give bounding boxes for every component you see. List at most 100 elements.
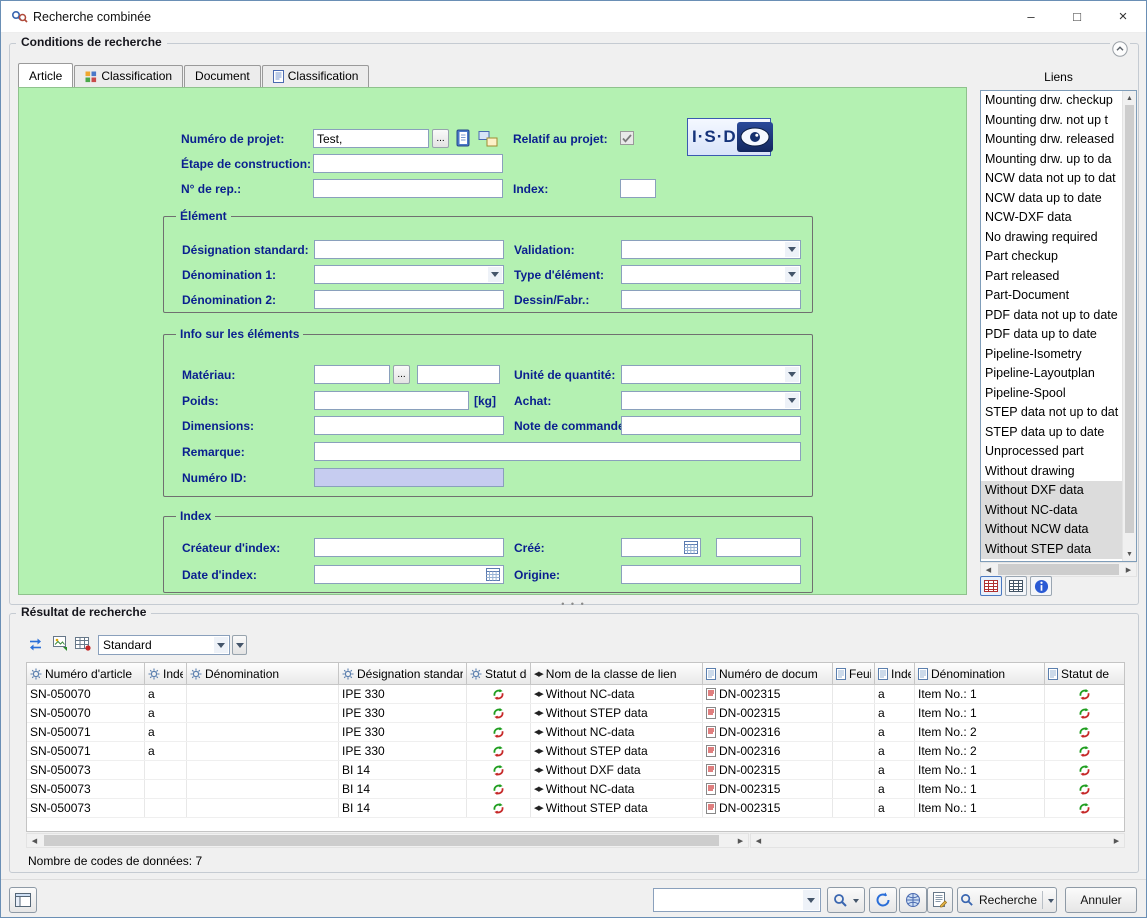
order-note-input[interactable] [621, 416, 801, 435]
column-header[interactable]: Index [145, 663, 187, 684]
lien-item[interactable]: Without drawing [981, 462, 1122, 482]
lien-item[interactable]: Without STEP data [981, 540, 1122, 560]
cancel-button[interactable]: Annuler [1065, 887, 1137, 913]
liens-horizontal-scrollbar[interactable]: ◀ ▶ [980, 562, 1137, 577]
project-book-icon[interactable] [456, 129, 471, 147]
denomination2-input[interactable] [314, 290, 504, 309]
export-table-icon[interactable] [74, 636, 92, 652]
settings-globe-button[interactable] [899, 887, 927, 913]
calendar-icon[interactable] [486, 568, 500, 581]
scroll-right-icon[interactable]: ▶ [1121, 563, 1136, 576]
result-row[interactable]: SN-050073BI 14◀▶Without NC-dataDN-002315… [27, 780, 1124, 799]
scrollbar-thumb[interactable] [1125, 105, 1134, 533]
maximize-button[interactable]: □ [1054, 1, 1100, 32]
lien-item[interactable]: Part released [981, 267, 1122, 287]
dimensions-input[interactable] [314, 416, 504, 435]
column-header[interactable]: Index [875, 663, 915, 684]
lien-item[interactable]: STEP data not up to dat [981, 403, 1122, 423]
lien-item[interactable]: Unprocessed part [981, 442, 1122, 462]
scroll-left-icon[interactable]: ◀ [981, 563, 996, 576]
template-dropdown-button[interactable] [232, 635, 247, 655]
splitter-handle[interactable]: • • • [1, 599, 1146, 609]
scrollbar-track[interactable] [996, 563, 1121, 576]
lien-item[interactable]: No drawing required [981, 228, 1122, 248]
tab-document[interactable]: Document [184, 65, 261, 87]
dessin-fabr-input[interactable] [621, 290, 801, 309]
project-browse-button[interactable]: ... [432, 129, 449, 148]
created-time-input[interactable] [716, 538, 801, 557]
tab-classification-article[interactable]: Classification [74, 65, 183, 87]
relative-project-checkbox[interactable] [620, 131, 634, 145]
lien-item[interactable]: Part checkup [981, 247, 1122, 267]
quantity-unit-select[interactable] [621, 365, 801, 384]
close-button[interactable]: × [1100, 1, 1146, 32]
quick-search-combo[interactable] [653, 888, 821, 912]
result-row[interactable]: SN-050073BI 14◀▶Without DXF dataDN-00231… [27, 761, 1124, 780]
scrollbar-track[interactable] [766, 834, 1109, 847]
lien-item[interactable]: Without NC-data [981, 501, 1122, 521]
scroll-left-icon[interactable]: ◀ [751, 834, 766, 847]
export-image-icon[interactable] [52, 635, 71, 653]
material-input-1[interactable] [314, 365, 390, 384]
liens-view-red-grid-button[interactable] [980, 576, 1002, 596]
column-header[interactable]: Numéro de docum [703, 663, 833, 684]
refresh-button[interactable] [869, 887, 897, 913]
element-type-select[interactable] [621, 265, 801, 284]
lien-item[interactable]: Mounting drw. released [981, 130, 1122, 150]
lien-item[interactable]: Pipeline-Layoutplan [981, 364, 1122, 384]
lien-item[interactable]: PDF data not up to date [981, 306, 1122, 326]
construction-stage-input[interactable] [313, 154, 503, 173]
designation-standard-input[interactable] [314, 240, 504, 259]
search-button[interactable]: Recherche [957, 887, 1057, 913]
index-input[interactable] [620, 179, 656, 198]
result-template-combo[interactable]: Standard [98, 635, 230, 655]
lien-item[interactable]: NCW-DXF data [981, 208, 1122, 228]
tab-classification-document[interactable]: Classification [262, 65, 370, 87]
column-header[interactable]: Feuil [833, 663, 875, 684]
lien-item[interactable]: Without NCW data [981, 520, 1122, 540]
calendar-icon[interactable] [684, 541, 698, 554]
id-number-input[interactable] [314, 468, 504, 487]
index-creator-input[interactable] [314, 538, 504, 557]
lien-item[interactable]: Mounting drw. checkup [981, 91, 1122, 111]
liens-view-grid-button[interactable] [1005, 576, 1027, 596]
achat-select[interactable] [621, 391, 801, 410]
scrollbar-thumb[interactable] [998, 564, 1119, 575]
index-date-input[interactable] [314, 565, 504, 584]
lien-item[interactable]: Part-Document [981, 286, 1122, 306]
result-row[interactable]: SN-050071aIPE 330◀▶Without NC-dataDN-002… [27, 723, 1124, 742]
lien-item[interactable]: NCW data up to date [981, 189, 1122, 209]
liens-vertical-scrollbar[interactable]: ▲ ▼ [1122, 91, 1136, 561]
column-header[interactable]: Dénomination [187, 663, 339, 684]
scroll-left-icon[interactable]: ◀ [27, 834, 42, 847]
origin-input[interactable] [621, 565, 801, 584]
results-right-scrollbar[interactable]: ◀ ▶ [750, 833, 1125, 848]
scrollbar-thumb[interactable] [44, 835, 719, 846]
lien-item[interactable]: STEP data up to date [981, 423, 1122, 443]
scroll-right-icon[interactable]: ▶ [1109, 834, 1124, 847]
swap-arrows-icon[interactable] [26, 636, 45, 653]
result-row[interactable]: SN-050071aIPE 330◀▶Without STEP dataDN-0… [27, 742, 1124, 761]
results-left-scrollbar[interactable]: ◀ ▶ [26, 833, 749, 848]
column-header[interactable]: Désignation standar [339, 663, 467, 684]
result-row[interactable]: SN-050070aIPE 330◀▶Without STEP dataDN-0… [27, 704, 1124, 723]
validation-select[interactable] [621, 240, 801, 259]
project-structure-icon[interactable] [478, 130, 498, 147]
lien-item[interactable]: PDF data up to date [981, 325, 1122, 345]
column-header[interactable]: Statut de [467, 663, 531, 684]
column-header[interactable]: Statut de [1045, 663, 1125, 684]
lien-item[interactable]: Without DXF data [981, 481, 1122, 501]
project-number-input[interactable] [313, 129, 429, 148]
denomination1-select[interactable] [314, 265, 504, 284]
column-header[interactable]: ◀▶Nom de la classe de lien [531, 663, 703, 684]
scroll-right-icon[interactable]: ▶ [733, 834, 748, 847]
material-input-2[interactable] [417, 365, 500, 384]
result-row[interactable]: SN-050070aIPE 330◀▶Without NC-dataDN-002… [27, 685, 1124, 704]
lien-item[interactable]: Mounting drw. not up t [981, 111, 1122, 131]
lien-item[interactable]: Pipeline-Spool [981, 384, 1122, 404]
lien-item[interactable]: NCW data not up to dat [981, 169, 1122, 189]
weight-input[interactable] [314, 391, 469, 410]
remark-input[interactable] [314, 442, 801, 461]
search-options-button[interactable] [827, 887, 865, 913]
column-header[interactable]: Numéro d'article [27, 663, 145, 684]
